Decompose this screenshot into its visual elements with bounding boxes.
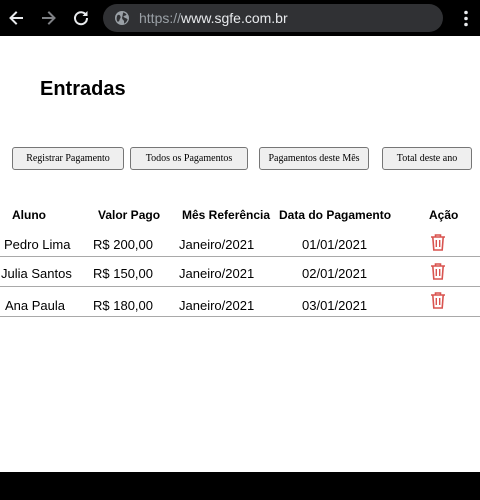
year-total-button[interactable]: Total deste ano xyxy=(382,147,472,170)
url-scheme: https:// xyxy=(139,10,182,26)
globe-icon xyxy=(115,11,129,25)
page-title: Entradas xyxy=(40,78,126,100)
header-ref-month: Mês Referência xyxy=(182,208,271,222)
more-vertical-icon xyxy=(464,10,468,27)
header-student: Aluno xyxy=(12,208,46,222)
cell-pay-date: 01/01/2021 xyxy=(302,237,368,252)
cell-pay-date: 02/01/2021 xyxy=(302,266,368,281)
cell-ref-month: Janeiro/2021 xyxy=(179,266,255,281)
cell-ref-month: Janeiro/2021 xyxy=(179,298,255,313)
trash-icon[interactable] xyxy=(430,291,446,309)
row-divider xyxy=(0,286,480,287)
arrow-right-icon xyxy=(42,11,56,25)
register-payment-button[interactable]: Registrar Pagamento xyxy=(12,147,124,170)
trash-icon[interactable] xyxy=(430,262,446,280)
browser-menu-button[interactable] xyxy=(457,6,475,30)
url-host: www.sgfe.com.br xyxy=(181,10,288,26)
forward-button[interactable] xyxy=(37,6,61,30)
reload-button[interactable] xyxy=(69,6,93,30)
address-bar[interactable]: https://www.sgfe.com.br xyxy=(103,4,443,32)
cell-student: Ana Paula xyxy=(5,298,65,313)
bottom-bar xyxy=(0,472,480,500)
row-divider xyxy=(0,256,480,257)
all-payments-button[interactable]: Todos os Pagamentos xyxy=(130,147,248,170)
cell-amount: R$ 200,00 xyxy=(93,237,153,252)
cell-amount: R$ 180,00 xyxy=(93,298,153,313)
cell-pay-date: 03/01/2021 xyxy=(302,298,368,313)
header-pay-date: Data do Pagamento xyxy=(279,208,392,222)
cell-student: Julia Santos xyxy=(1,266,72,281)
reload-icon xyxy=(74,11,89,26)
month-payments-button[interactable]: Pagamentos deste Mês xyxy=(259,147,369,170)
cell-student: Pedro Lima xyxy=(4,237,71,252)
header-amount: Valor Pago xyxy=(98,208,161,222)
header-action: Ação xyxy=(429,208,459,222)
url-text[interactable]: https://www.sgfe.com.br xyxy=(139,10,288,26)
cell-amount: R$ 150,00 xyxy=(93,266,153,281)
back-button[interactable] xyxy=(4,6,28,30)
trash-icon[interactable] xyxy=(430,233,446,251)
cell-ref-month: Janeiro/2021 xyxy=(179,237,255,252)
row-divider xyxy=(0,316,480,317)
arrow-left-icon xyxy=(9,11,23,25)
browser-toolbar: https://www.sgfe.com.br xyxy=(0,0,480,36)
